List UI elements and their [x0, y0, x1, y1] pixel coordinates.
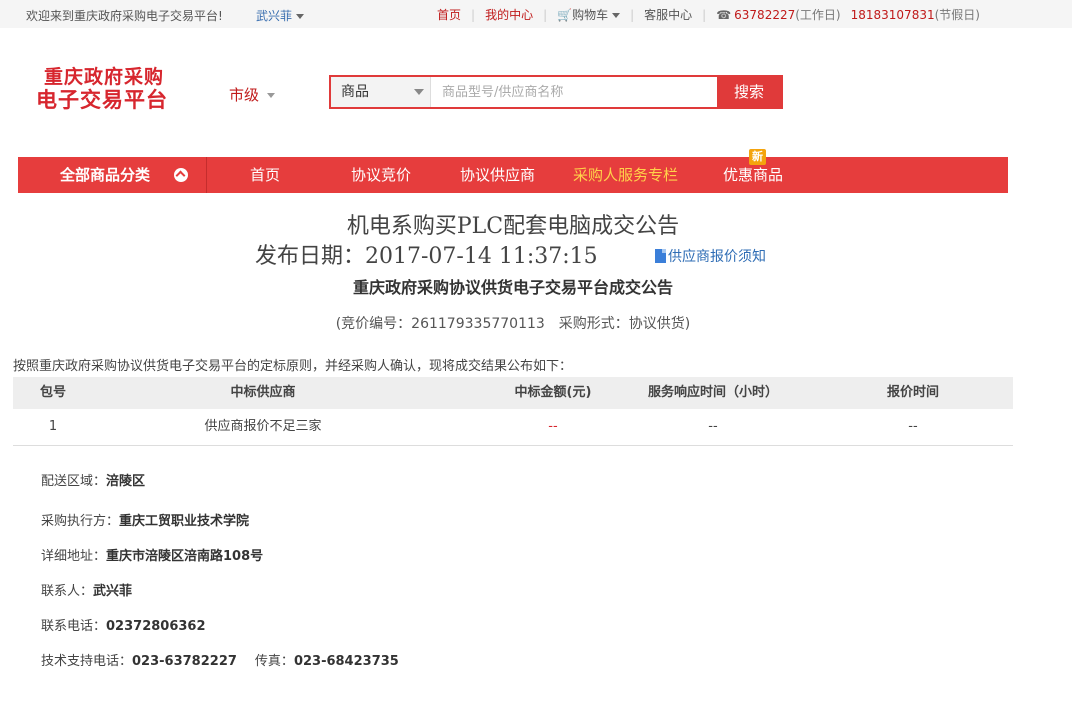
chevron-down-icon — [612, 13, 621, 18]
main-nav: 全部商品分类 首页 协议竞价 协议供应商 采购人服务专栏 优惠商品 — [18, 157, 1008, 193]
address-row: 详细地址：重庆市涪陵区涪南路108号 — [41, 545, 263, 564]
bid-info: (竞价编号：261179335770113 采购形式：协议供货) — [335, 316, 691, 332]
dropdown-arrow-icon — [414, 89, 424, 95]
executor-row: 采购执行方：重庆工贸职业技术学院 — [41, 510, 249, 529]
site-logo[interactable]: 重庆政府采购 电子交易平台 — [36, 66, 196, 112]
table-header: 包号 中标供应商 中标金额(元) 服务响应时间（小时） 报价时间 — [13, 377, 1013, 409]
search-category-value: 商品 — [341, 84, 369, 100]
welcome-text: 欢迎来到重庆政府采购电子交易平台! — [26, 9, 223, 23]
search-bar: 商品 搜索 — [329, 75, 783, 109]
fax-label: 传真： — [254, 654, 294, 669]
contact-label: 联系人： — [41, 584, 94, 599]
supplier-notice-label: 供应商报价须知 — [668, 249, 766, 265]
phone-work-label: (工作日) — [795, 8, 841, 22]
phone-row: 联系电话：02372806362 — [41, 615, 206, 634]
nav-bidding[interactable]: 协议竞价 — [351, 157, 411, 193]
nav-purchaser-service[interactable]: 采购人服务专栏 — [573, 157, 678, 193]
all-categories-menu[interactable]: 全部商品分类 — [18, 157, 207, 193]
address-value: 重庆市涪陵区涪南路108号 — [106, 549, 264, 564]
divider: | — [471, 7, 476, 22]
phone-work: 63782227 — [734, 7, 796, 22]
divider: | — [702, 7, 707, 22]
top-nav: 首页 | 我的中心 | 🛒购物车 | 客服中心 | ☎ 63782227 (工作… — [437, 6, 980, 23]
page-title: 机电系购买PLC配套电脑成交公告 — [346, 214, 680, 239]
chevron-up-icon — [174, 168, 188, 182]
city-selector[interactable]: 市级 — [229, 84, 276, 105]
cell-package: 1 — [48, 419, 58, 434]
supplier-notice-link[interactable]: 供应商报价须知 — [655, 246, 766, 266]
phone-icon: ☎ — [716, 7, 732, 22]
all-categories-label: 全部商品分类 — [60, 166, 151, 184]
cart-label: 购物车 — [572, 8, 609, 22]
search-category-select[interactable]: 商品 — [331, 77, 431, 107]
region-value: 涪陵区 — [106, 474, 146, 489]
nav-home[interactable]: 首页 — [250, 157, 280, 193]
intro-text: 按照重庆政府采购协议供货电子交易平台的定标原则，并经采购人确认，现将成交结果公布… — [13, 359, 573, 374]
cell-supplier: 供应商报价不足三家 — [204, 419, 322, 434]
divider: | — [630, 7, 635, 22]
region-row: 配送区域：涪陵区 — [41, 470, 145, 489]
tech-support-row: 技术支持电话：023-63782227 传真：023-68423735 — [41, 650, 399, 669]
phone-holiday: 18183107831 — [850, 7, 935, 22]
publish-date: 发布日期：2017-07-14 11:37:15 — [255, 244, 598, 269]
col-package: 包号 — [39, 385, 66, 400]
phone-label: 联系电话： — [41, 619, 107, 634]
col-supplier: 中标供应商 — [230, 385, 296, 400]
chevron-down-icon — [296, 14, 305, 19]
address-label: 详细地址： — [41, 549, 107, 564]
executor-label: 采购执行方： — [41, 514, 120, 529]
contact-value: 武兴菲 — [93, 584, 133, 599]
table-row: 1 供应商报价不足三家 -- -- -- — [13, 409, 1013, 446]
col-quote-time: 报价时间 — [886, 385, 939, 400]
user-name: 武兴菲 — [256, 9, 293, 23]
nav-suppliers[interactable]: 协议供应商 — [460, 157, 535, 193]
divider: | — [543, 7, 548, 22]
phone-value: 02372806362 — [106, 619, 206, 634]
result-table: 包号 中标供应商 中标金额(元) 服务响应时间（小时） 报价时间 1 供应商报价… — [13, 377, 1013, 446]
logo-line1: 重庆政府采购 — [44, 66, 165, 88]
col-response-time: 服务响应时间（小时） — [647, 385, 778, 400]
document-icon — [655, 249, 666, 263]
cell-quote-time: -- — [908, 419, 918, 434]
announcement-subtitle: 重庆政府采购协议供货电子交易平台成交公告 — [352, 278, 673, 297]
top-bar: 欢迎来到重庆政府采购电子交易平台! 武兴菲 首页 | 我的中心 | 🛒购物车 |… — [0, 0, 1072, 28]
logo-line2: 电子交易平台 — [36, 88, 168, 112]
cart-icon: 🛒 — [557, 8, 573, 22]
tech-label: 技术支持电话： — [41, 654, 133, 669]
executor-value: 重庆工贸职业技术学院 — [119, 514, 250, 529]
search-button[interactable]: 搜索 — [717, 77, 781, 107]
tech-value: 023-63782227 — [132, 654, 237, 669]
chevron-down-icon — [267, 93, 276, 98]
cart-link[interactable]: 🛒购物车 — [557, 6, 621, 23]
service-center-link[interactable]: 客服中心 — [644, 6, 692, 23]
phone-holiday-label: (节假日) — [934, 8, 980, 22]
contact-row: 联系人：武兴菲 — [41, 580, 132, 599]
region-label: 配送区域： — [41, 474, 107, 489]
user-menu[interactable]: 武兴菲 — [256, 7, 305, 24]
new-badge: 新 — [749, 149, 766, 165]
city-label: 市级 — [229, 86, 260, 104]
fax-value: 023-68423735 — [293, 654, 399, 669]
my-center-link[interactable]: 我的中心 — [485, 6, 533, 23]
search-input[interactable] — [432, 77, 717, 107]
cell-response-time: -- — [708, 419, 718, 434]
top-home-link[interactable]: 首页 — [437, 6, 461, 23]
